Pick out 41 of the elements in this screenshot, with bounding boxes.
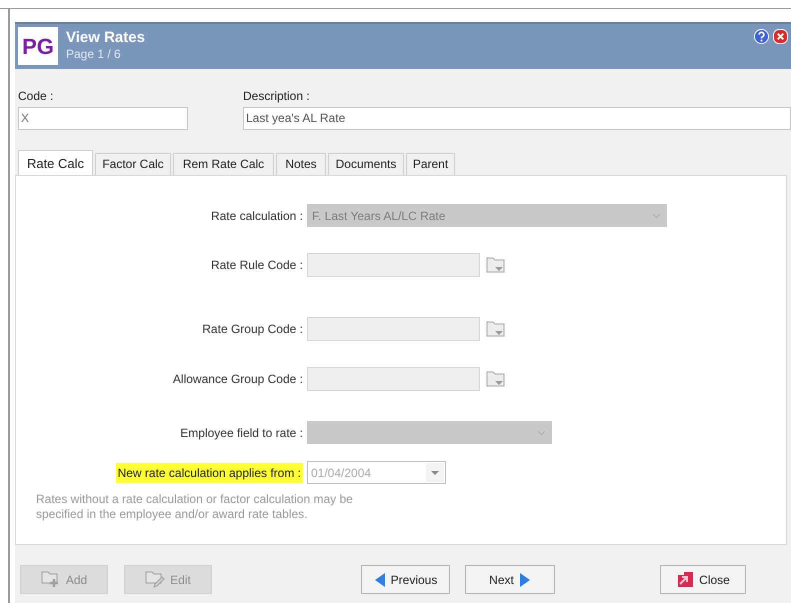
previous-button[interactable]: Previous xyxy=(361,565,450,594)
dropdown[interactable] xyxy=(307,421,552,444)
close-icon[interactable] xyxy=(773,29,788,44)
field-label: Rate Rule Code : xyxy=(210,258,303,272)
tab[interactable]: Parent xyxy=(406,152,455,175)
field-label: Employee field to rate : xyxy=(180,426,303,440)
lookup-field[interactable] xyxy=(307,366,480,391)
tab[interactable]: Factor Calc xyxy=(95,152,171,175)
lookup-field[interactable] xyxy=(307,316,480,341)
folder-icon[interactable] xyxy=(486,370,506,388)
date-value: 01/04/2004 xyxy=(310,464,372,482)
left-triangle-icon xyxy=(374,572,386,588)
page-indicator: Page 1 / 6 xyxy=(66,46,122,62)
chevron-icon xyxy=(652,212,661,219)
close-button[interactable]: Close xyxy=(660,565,746,594)
chevron-icon xyxy=(537,430,546,436)
next-button[interactable]: Next xyxy=(465,565,555,594)
code-label: Code : xyxy=(18,88,54,105)
field-label: Rate calculation : xyxy=(210,208,303,223)
tab[interactable]: Documents xyxy=(328,152,404,175)
tab[interactable]: Notes xyxy=(276,152,326,175)
folder-icon[interactable] xyxy=(486,320,506,338)
help-icon[interactable] xyxy=(754,29,769,44)
lookup-field[interactable] xyxy=(307,252,480,277)
info-text: Rates without a rate calculation or factor calculation may be specified in the employee and/or award rate tables. xyxy=(36,492,354,522)
field-label: New rate calculation applies from : xyxy=(116,462,303,483)
folder-icon[interactable] xyxy=(486,256,506,274)
dropdown-value: F. Last Years AL/LC Rate xyxy=(311,208,446,225)
window-title: View Rates xyxy=(66,30,145,46)
right-triangle-icon xyxy=(518,572,531,588)
field-label: Rate Group Code : xyxy=(202,322,303,336)
description-field[interactable]: Last yea's AL Rate xyxy=(243,106,791,130)
code-field[interactable]: X xyxy=(18,106,188,130)
tab[interactable]: Rem Rate Calc xyxy=(173,152,274,175)
app-logo: PG xyxy=(18,27,58,66)
folder-plus-icon xyxy=(40,571,61,588)
tab[interactable]: Rate Calc xyxy=(18,150,93,176)
field-label: Allowance Group Code : xyxy=(172,372,303,386)
folder-pencil-icon xyxy=(145,571,166,588)
exit-arrow-icon xyxy=(676,571,694,588)
description-label: Description : xyxy=(243,88,311,105)
